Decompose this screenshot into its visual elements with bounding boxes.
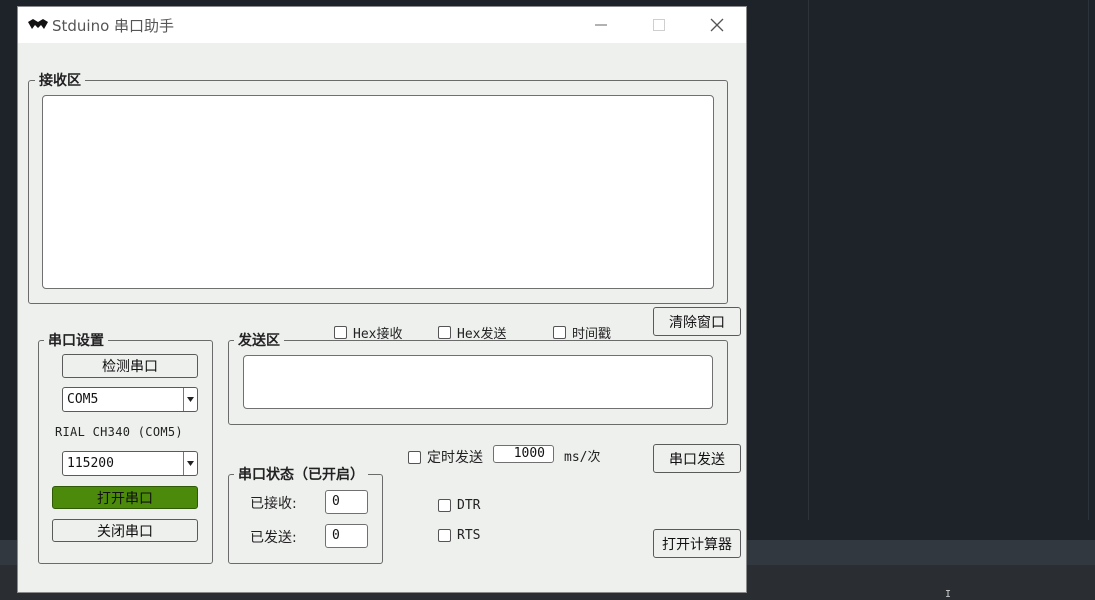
port-select-value: COM5	[67, 392, 99, 407]
timer-interval-input[interactable]: 1000	[493, 445, 554, 463]
editor-gutter	[1088, 0, 1089, 520]
chevron-down-icon	[187, 461, 194, 466]
status-group	[228, 474, 383, 564]
close-button[interactable]	[697, 13, 737, 37]
timestamp-box[interactable]	[553, 326, 566, 339]
text-cursor-icon: I	[945, 589, 952, 600]
port-select[interactable]: COM5	[62, 387, 198, 412]
receive-textarea[interactable]	[42, 95, 714, 289]
dtr-box[interactable]	[438, 499, 451, 512]
hex-receive-box[interactable]	[334, 326, 347, 339]
rts-checkbox[interactable]: RTS	[438, 528, 480, 543]
close-icon	[710, 18, 724, 32]
minimize-icon	[595, 24, 607, 26]
send-legend: 发送区	[234, 330, 284, 350]
timer-unit-label: ms/次	[564, 450, 601, 465]
chevron-down-icon	[187, 397, 194, 402]
send-textarea[interactable]	[243, 355, 713, 409]
serial-send-button[interactable]: 串口发送	[653, 444, 741, 473]
port-settings-legend: 串口设置	[44, 330, 108, 350]
clear-window-button[interactable]: 清除窗口	[653, 307, 741, 336]
device-label: RIAL CH340 (COM5)	[55, 425, 183, 439]
sent-count-field: 0	[325, 524, 368, 548]
status-legend: 串口状态（已开启）	[234, 464, 368, 484]
serial-assistant-window: Stduino 串口助手 接收区 Hex接收 Hex发送 时间戳 清除窗口 串口…	[17, 6, 747, 593]
open-calculator-button[interactable]: 打开计算器	[653, 529, 741, 558]
title-bar[interactable]: Stduino 串口助手	[18, 7, 746, 43]
baud-select-value: 115200	[67, 456, 114, 471]
sent-label: 已发送:	[250, 530, 297, 546]
close-port-button[interactable]: 关闭串口	[52, 519, 198, 542]
dtr-checkbox[interactable]: DTR	[438, 498, 480, 513]
receive-legend: 接收区	[35, 70, 85, 90]
baud-select-arrow[interactable]	[183, 452, 197, 475]
editor-divider	[808, 0, 809, 520]
window-title: Stduino 串口助手	[52, 17, 175, 35]
hex-send-box[interactable]	[438, 326, 451, 339]
received-label: 已接收:	[250, 496, 297, 512]
app-logo-icon	[28, 19, 48, 29]
dtr-label: DTR	[457, 498, 481, 513]
baud-select[interactable]: 115200	[62, 451, 198, 476]
timed-send-checkbox[interactable]: 定时发送	[408, 447, 483, 467]
detect-port-button[interactable]: 检测串口	[62, 354, 198, 378]
port-select-arrow[interactable]	[183, 388, 197, 411]
rts-label: RTS	[457, 528, 481, 543]
minimize-button[interactable]	[581, 13, 621, 37]
maximize-button[interactable]	[639, 13, 679, 37]
received-count-field: 0	[325, 490, 368, 514]
open-port-button[interactable]: 打开串口	[52, 486, 198, 509]
maximize-icon	[653, 19, 665, 31]
timed-send-label: 定时发送	[427, 450, 483, 466]
timed-send-box[interactable]	[408, 450, 421, 464]
rts-box[interactable]	[438, 529, 451, 542]
